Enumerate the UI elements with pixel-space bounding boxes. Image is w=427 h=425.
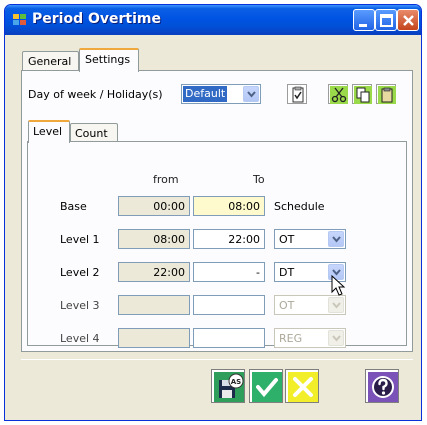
tab-general[interactable]: General — [22, 51, 79, 71]
tab-settings-label: Settings — [85, 53, 131, 66]
level-2-from-field: 22:00 — [118, 262, 190, 282]
tab-settings[interactable]: Settings — [79, 48, 139, 72]
checklist-button[interactable] — [287, 84, 307, 104]
row-label-level-4: Level 4 — [60, 332, 100, 345]
level-3-to-field[interactable] — [193, 295, 265, 315]
level-1-schedule-select[interactable]: OT — [274, 229, 346, 249]
level-2-schedule-value: DT — [279, 266, 295, 279]
row-label-level-3: Level 3 — [60, 299, 100, 312]
settings-panel: Day of week / Holiday(s) Default Level C… — [21, 70, 413, 352]
title-bar[interactable]: Period Overtime — [5, 5, 421, 35]
level-1-schedule-value: OT — [279, 233, 295, 246]
ok-button[interactable] — [249, 369, 283, 403]
row-label-level-2: Level 2 — [60, 266, 100, 279]
cross-icon — [288, 372, 318, 402]
app-icon — [13, 14, 26, 25]
paste-button[interactable] — [376, 84, 396, 104]
from-column-header: from — [153, 173, 179, 186]
minimize-button[interactable] — [353, 9, 375, 31]
tab-count[interactable]: Count — [70, 123, 118, 142]
base-from-field: 00:00 — [118, 196, 190, 216]
chevron-down-icon — [328, 297, 344, 313]
close-button[interactable] — [397, 9, 419, 31]
window-title: Period Overtime — [32, 11, 161, 27]
copy-button[interactable] — [352, 84, 372, 104]
checklist-icon — [292, 86, 304, 103]
maximize-button[interactable] — [375, 9, 397, 31]
chevron-down-icon — [328, 330, 344, 346]
checkmark-icon — [252, 372, 282, 402]
row-label-level-1: Level 1 — [60, 233, 100, 246]
level-4-to-field[interactable] — [193, 328, 265, 348]
cut-icon — [330, 86, 348, 104]
help-button[interactable] — [365, 369, 399, 403]
tab-level-label: Level — [33, 125, 63, 138]
base-to-field[interactable]: 08:00 — [193, 196, 265, 216]
close-icon — [403, 15, 414, 26]
level-4-schedule-select: REG — [274, 328, 346, 348]
dialog-button-bar: AS — [21, 359, 413, 411]
tab-general-label: General — [28, 55, 72, 68]
level-1-from-field: 08:00 — [118, 229, 190, 249]
minimize-icon — [359, 24, 367, 27]
question-icon — [368, 372, 398, 402]
maximize-icon — [380, 14, 393, 27]
day-of-week-select[interactable]: Default — [181, 84, 261, 104]
chevron-down-icon[interactable] — [243, 86, 259, 102]
save-as-badge: AS — [231, 378, 241, 386]
level-panel: from To Base 00:00 08:00 Schedule Level … — [27, 141, 407, 348]
cancel-button[interactable] — [285, 369, 319, 403]
to-column-header: To — [253, 173, 265, 186]
paste-icon — [378, 86, 396, 104]
save-as-icon: AS — [214, 372, 244, 402]
level-3-schedule-select: OT — [274, 295, 346, 315]
tab-level[interactable]: Level — [28, 120, 70, 143]
period-overtime-window: Period Overtime General Settings Day of … — [4, 4, 422, 421]
mouse-cursor-icon — [331, 275, 346, 296]
save-as-button[interactable]: AS — [211, 369, 245, 403]
day-of-week-label: Day of week / Holiday(s) — [28, 88, 163, 101]
level-4-schedule-value: REG — [279, 332, 303, 345]
chevron-down-icon[interactable] — [328, 231, 344, 247]
level-1-to-field[interactable]: 22:00 — [193, 229, 265, 249]
level-2-to-field[interactable]: - — [193, 262, 265, 282]
day-of-week-value: Default — [183, 86, 228, 102]
cut-button[interactable] — [328, 84, 348, 104]
level-3-schedule-value: OT — [279, 299, 295, 312]
tab-count-label: Count — [75, 127, 108, 140]
row-label-base: Base — [60, 200, 87, 213]
level-4-from-field — [118, 328, 190, 348]
level-3-from-field — [118, 295, 190, 315]
copy-icon — [354, 86, 372, 104]
schedule-label: Schedule — [274, 200, 325, 213]
